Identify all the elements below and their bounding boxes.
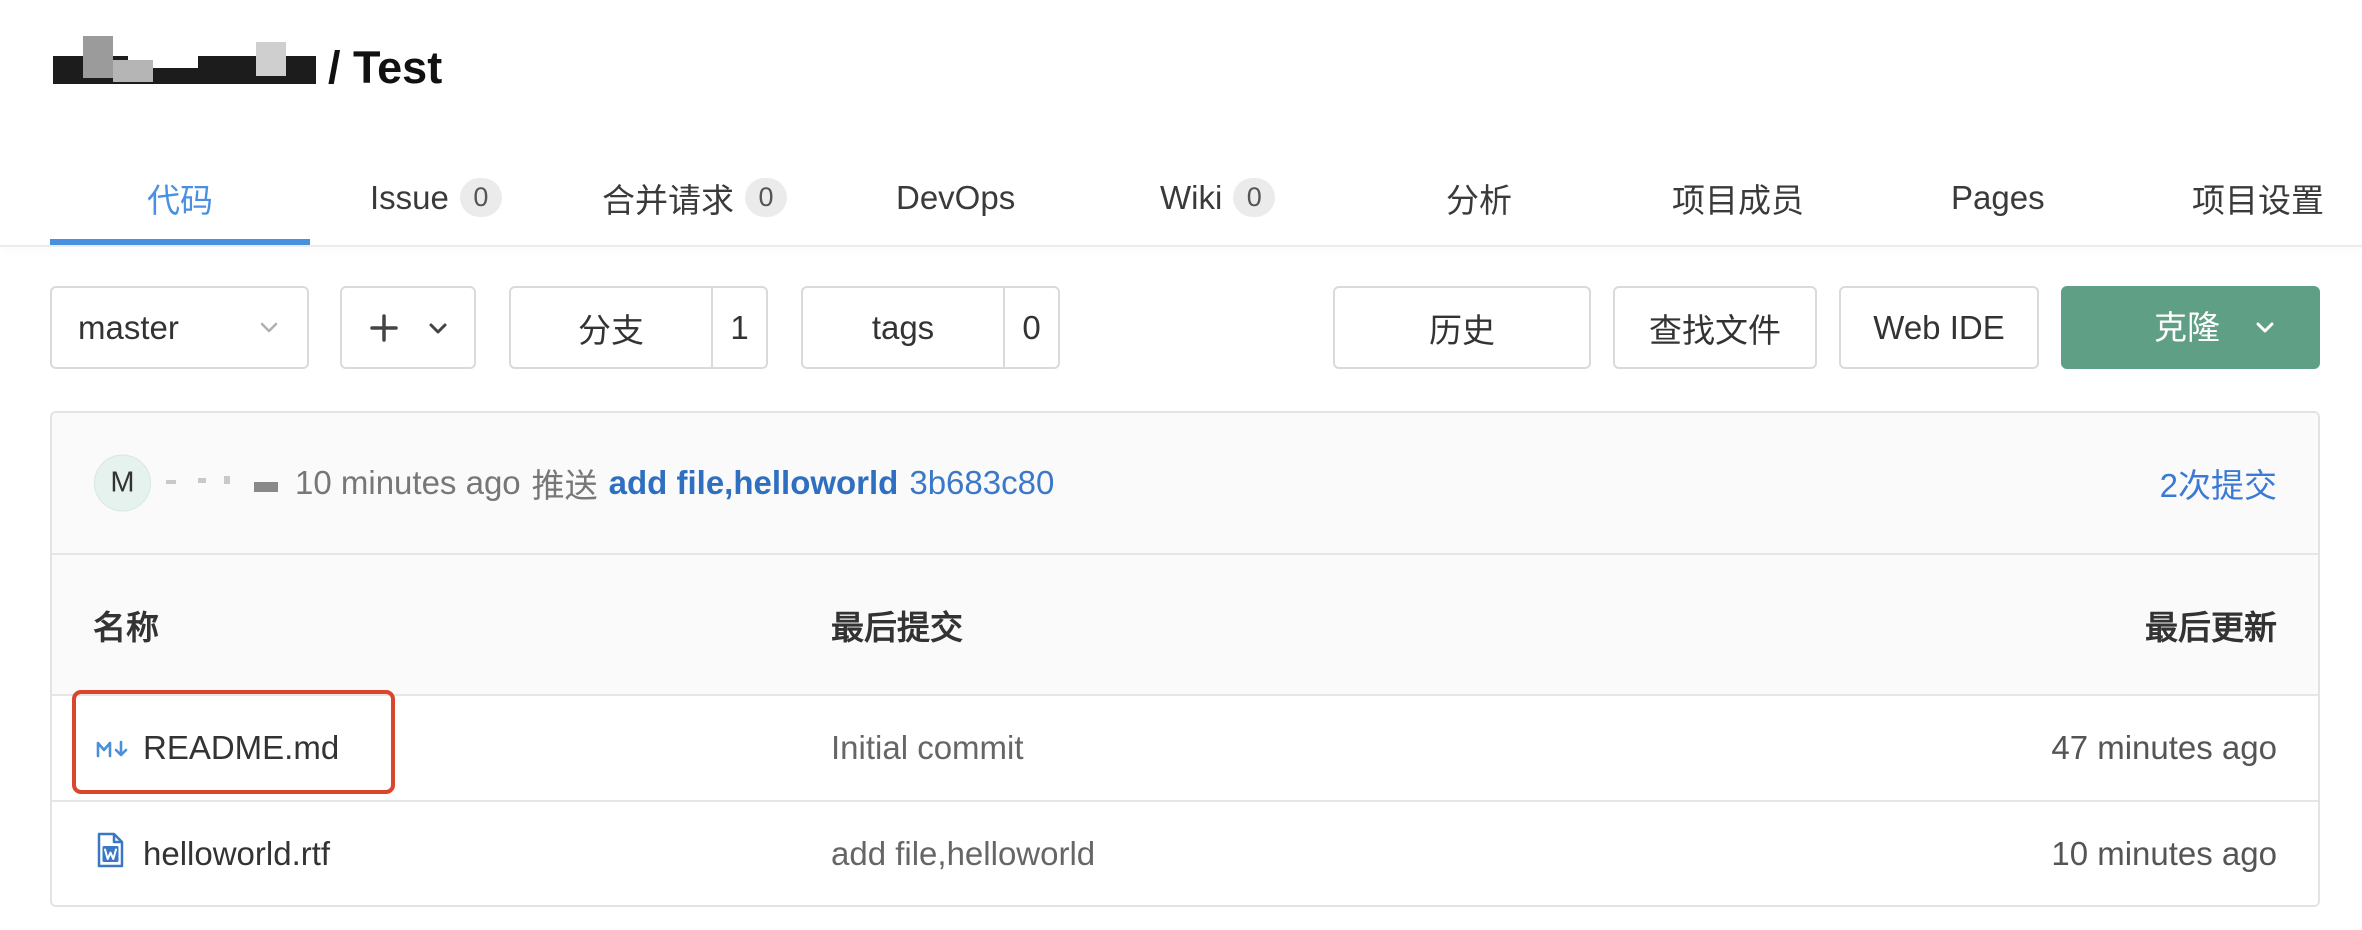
file-name-link[interactable]: helloworld.rtf	[143, 835, 330, 873]
tab-issue[interactable]: Issue 0	[370, 150, 502, 245]
issue-count-badge: 0	[459, 178, 502, 217]
last-commit-bar: M 10 minutes ago 推送 add file,helloworld …	[52, 413, 2318, 555]
tab-members[interactable]: 项目成员	[1672, 150, 1804, 245]
branch-select-value: master	[78, 308, 179, 346]
file-updated-time: 47 minutes ago	[2051, 729, 2277, 766]
avatar[interactable]: M	[94, 454, 151, 512]
file-updated-time: 10 minutes ago	[2051, 834, 2277, 872]
table-row[interactable]: README.md Initial commit 47 minutes ago	[52, 696, 2318, 802]
redacted-author-name	[158, 468, 288, 498]
tags-count: 0	[1003, 288, 1058, 367]
commit-info: 10 minutes ago 推送 add file,helloworld 3b…	[295, 459, 1054, 507]
tab-pages[interactable]: Pages	[1951, 150, 2045, 245]
file-last-commit-link[interactable]: add file,helloworld	[831, 835, 1095, 873]
commit-time: 10 minutes ago	[295, 464, 521, 501]
plus-icon	[370, 314, 398, 342]
repository-files-panel: M 10 minutes ago 推送 add file,helloworld …	[50, 411, 2320, 907]
tab-code[interactable]: 代码	[50, 150, 310, 245]
tab-label: Wiki	[1160, 178, 1223, 216]
chevron-down-icon	[428, 322, 448, 336]
tab-label: 项目设置	[2192, 181, 2324, 219]
tab-wiki[interactable]: Wiki 0	[1160, 150, 1276, 245]
tab-label: 代码	[147, 181, 213, 219]
markdown-file-icon	[95, 729, 131, 767]
tab-label: 分析	[1446, 181, 1512, 219]
add-menu-button[interactable]	[340, 286, 476, 369]
find-file-button[interactable]: 查找文件	[1613, 286, 1817, 369]
commit-message-link[interactable]: add file,helloworld	[609, 464, 899, 502]
column-header-name: 名称	[93, 608, 159, 646]
wiki-count-badge: 0	[1233, 178, 1276, 217]
table-row[interactable]: helloworld.rtf add file,helloworld 10 mi…	[52, 802, 2318, 905]
branches-button[interactable]: 分支 1	[509, 286, 768, 369]
chevron-down-icon	[259, 321, 279, 335]
table-header: 名称 最后提交 最后更新	[52, 555, 2318, 696]
branch-select[interactable]: master	[50, 286, 309, 369]
tab-analytics[interactable]: 分析	[1446, 150, 1512, 245]
clone-button[interactable]: 克隆	[2061, 286, 2320, 369]
tags-label: tags	[871, 308, 935, 346]
tab-label: Pages	[1951, 178, 2045, 216]
tab-bar-divider	[0, 245, 2362, 247]
tags-button[interactable]: tags 0	[801, 286, 1060, 369]
file-name-link[interactable]: README.md	[143, 729, 339, 767]
branches-count: 1	[711, 288, 766, 367]
tab-merge-requests[interactable]: 合并请求 0	[602, 150, 787, 245]
commit-count-link[interactable]: 2次提交	[2160, 459, 2277, 507]
tab-label: 合并请求	[602, 181, 734, 219]
tab-settings[interactable]: 项目设置	[2192, 150, 2324, 245]
tab-label: DevOps	[896, 178, 1016, 216]
merge-request-count-badge: 0	[745, 178, 787, 217]
file-last-commit-link[interactable]: Initial commit	[831, 729, 1024, 767]
branches-label: 分支	[578, 311, 644, 349]
commit-action: 推送	[531, 467, 598, 504]
tab-label: 项目成员	[1672, 181, 1804, 219]
project-tab-bar: 代码 Issue 0 合并请求 0 DevOps Wiki 0 分析 项目成员 …	[0, 150, 2362, 245]
column-header-last-commit: 最后提交	[831, 608, 963, 646]
commit-sha-link[interactable]: 3b683c80	[909, 464, 1054, 502]
chevron-down-icon	[2255, 321, 2275, 335]
tab-devops[interactable]: DevOps	[896, 150, 1015, 245]
column-header-last-update: 最后更新	[2145, 608, 2277, 646]
history-button[interactable]: 历史	[1333, 286, 1591, 369]
word-document-icon	[95, 832, 125, 876]
project-title[interactable]: / Test	[328, 44, 442, 92]
web-ide-button[interactable]: Web IDE	[1839, 286, 2039, 369]
tab-label: Issue	[370, 178, 449, 216]
